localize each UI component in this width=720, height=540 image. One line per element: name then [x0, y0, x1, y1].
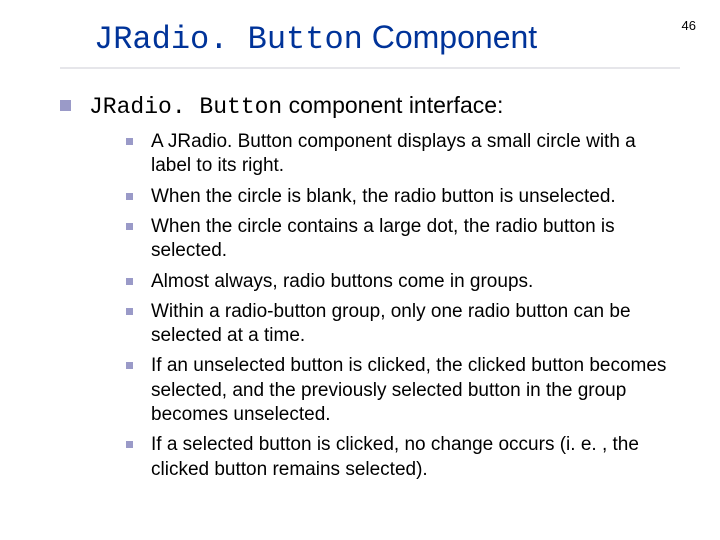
square-bullet-icon	[126, 223, 133, 230]
list-item-text: Almost always, radio buttons come in gro…	[151, 270, 533, 294]
title-code: JRadio. Button	[94, 21, 363, 58]
list-item: If an unselected button is clicked, the …	[126, 354, 674, 427]
title-rule	[60, 67, 680, 69]
list-item-text: If an unselected button is clicked, the …	[151, 354, 674, 427]
list-item: Almost always, radio buttons come in gro…	[126, 270, 674, 294]
heading-text: JRadio. Button component interface:	[89, 91, 503, 122]
list-item-text: When the circle is blank, the radio butt…	[151, 185, 616, 209]
list-item-text: If a selected button is clicked, no chan…	[151, 433, 674, 482]
square-bullet-icon	[126, 278, 133, 285]
bullet-list: A JRadio. Button component displays a sm…	[126, 130, 680, 482]
heading-rest: component interface:	[282, 92, 503, 118]
list-item: Within a radio-button group, only one ra…	[126, 300, 674, 349]
square-bullet-icon	[126, 308, 133, 315]
list-item: When the circle is blank, the radio butt…	[126, 185, 674, 209]
square-bullet-icon	[126, 193, 133, 200]
title-rest: Component	[363, 19, 537, 55]
list-item: When the circle contains a large dot, th…	[126, 215, 674, 264]
square-bullet-icon	[126, 362, 133, 369]
heading-row: JRadio. Button component interface:	[60, 91, 680, 122]
heading-code: JRadio. Button	[89, 94, 282, 120]
square-bullet-icon	[126, 138, 133, 145]
list-item-text: A JRadio. Button component displays a sm…	[151, 130, 674, 179]
page-number: 46	[682, 18, 696, 33]
list-item: A JRadio. Button component displays a sm…	[126, 130, 674, 179]
list-item: If a selected button is clicked, no chan…	[126, 433, 674, 482]
list-item-text: When the circle contains a large dot, th…	[151, 215, 674, 264]
list-item-text: Within a radio-button group, only one ra…	[151, 300, 674, 349]
slide: 46 JRadio. Button Component JRadio. Butt…	[0, 0, 720, 540]
square-bullet-icon	[60, 100, 71, 111]
square-bullet-icon	[126, 441, 133, 448]
slide-title: JRadio. Button Component	[94, 20, 680, 57]
